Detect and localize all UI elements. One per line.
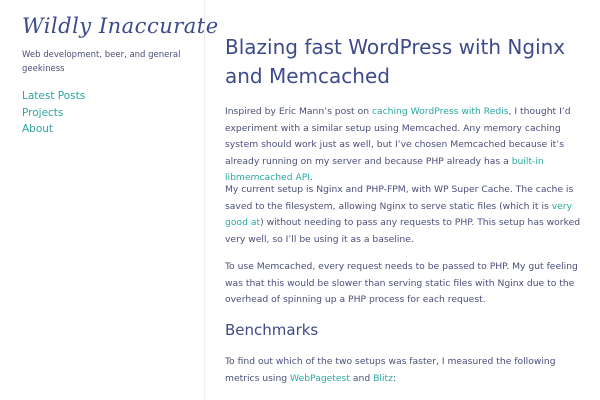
post-title: Blazing fast WordPress with Nginx and Me… bbox=[225, 35, 566, 88]
paragraph-text: Inspired by Eric Mann’s post on bbox=[225, 106, 372, 117]
link-caching-wordpress-with-redis[interactable]: caching WordPress with Redis bbox=[372, 106, 509, 117]
post-paragraph-1: Inspired by Eric Mann’s post on caching … bbox=[225, 104, 581, 187]
section-heading-benchmarks: Benchmarks bbox=[225, 321, 319, 339]
paragraph-text: My current setup is Nginx and PHP-FPM, w… bbox=[225, 184, 574, 212]
paragraph-text: ) without needing to pass any requests t… bbox=[225, 217, 581, 245]
paragraph-text: : bbox=[392, 372, 397, 384]
link-webpagetest[interactable]: WebPagetest bbox=[290, 373, 350, 384]
sidebar: Wildly Inaccurate Web development, beer,… bbox=[0, 0, 218, 400]
post-paragraph-3: To use Memcached, every request needs to… bbox=[225, 261, 578, 305]
link-blitz[interactable]: Blitz bbox=[373, 373, 393, 384]
nav-link-projects[interactable]: Projects bbox=[22, 105, 85, 122]
site-tagline: Web development, beer, and general geeki… bbox=[22, 50, 181, 74]
site-title[interactable]: Wildly Inaccurate bbox=[22, 14, 219, 38]
nav-link-latest-posts[interactable]: Latest Posts bbox=[22, 88, 85, 105]
post-paragraph-2: My current setup is Nginx and PHP-FPM, w… bbox=[225, 182, 581, 248]
post-paragraph-4: To find out which of the two setups was … bbox=[225, 354, 581, 387]
site-nav: Latest Posts Projects About bbox=[22, 88, 85, 138]
nav-link-about[interactable]: About bbox=[22, 121, 85, 138]
paragraph-text: and bbox=[349, 372, 374, 384]
